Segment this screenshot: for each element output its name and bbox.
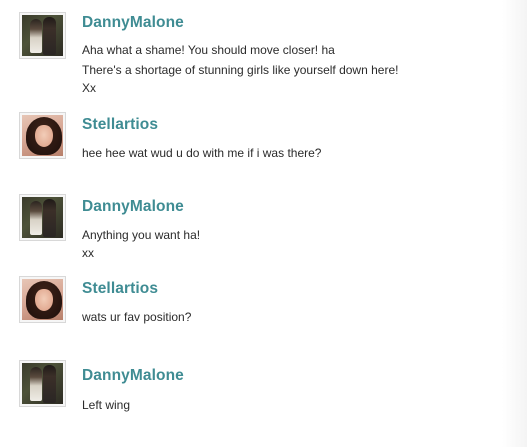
stellartios-avatar[interactable] (19, 276, 66, 323)
message-text-line: Aha what a shame! You should move closer… (82, 43, 335, 57)
message-text-line: Anything you want ha! (82, 228, 201, 242)
message-text-line: There's a shortage of stunning girls lik… (82, 63, 399, 77)
author-name-link[interactable]: Stellartios (82, 116, 158, 134)
dannymalone-avatar[interactable] (19, 360, 66, 407)
stellartios-avatar[interactable] (19, 112, 66, 159)
author-name-link[interactable]: DannyMalone (82, 367, 184, 385)
dannymalone-avatar[interactable] (19, 194, 66, 241)
message-thread: DannyMalone Aha what a shame! You should… (0, 0, 527, 447)
message-text-line: wats ur fav position? (82, 310, 192, 324)
message-text-line: Left wing (82, 398, 131, 412)
message-text-line: xx (82, 246, 94, 260)
page-edge-shadow (502, 0, 527, 447)
author-name-link[interactable]: Stellartios (82, 280, 158, 298)
message-text-line: hee hee wat wud u do with me if i was th… (82, 146, 322, 160)
message-text-line: Xx (82, 81, 97, 95)
author-name-link[interactable]: DannyMalone (82, 14, 184, 32)
author-name-link[interactable]: DannyMalone (82, 198, 184, 216)
dannymalone-avatar[interactable] (19, 12, 66, 59)
